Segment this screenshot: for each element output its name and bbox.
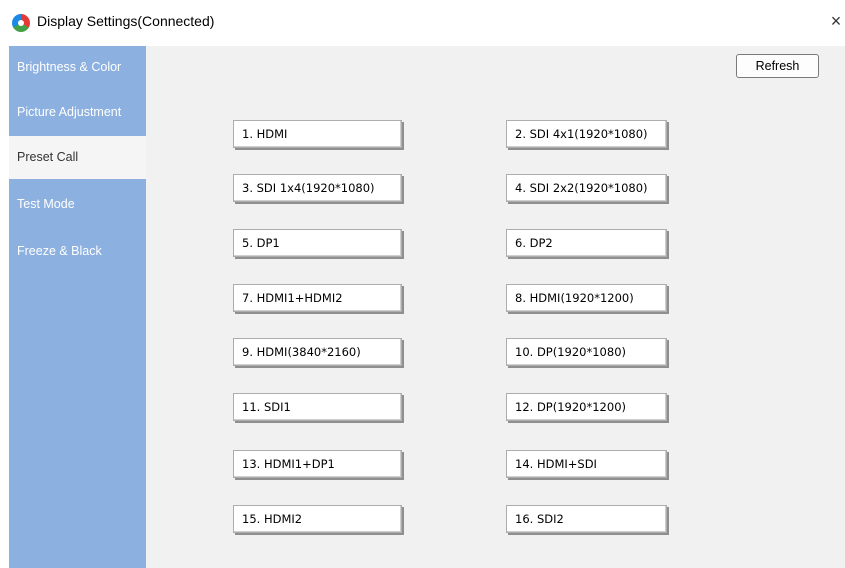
preset-button-10[interactable]: 10. DP(1920*1080) bbox=[506, 338, 667, 366]
preset-button-1[interactable]: 1. HDMI bbox=[233, 120, 402, 148]
sidebar-item-picture-adjustment[interactable]: Picture Adjustment bbox=[9, 91, 146, 134]
sidebar-item-preset-call[interactable]: Preset Call bbox=[9, 136, 146, 179]
preset-button-14[interactable]: 14. HDMI+SDI bbox=[506, 450, 667, 478]
refresh-button[interactable]: Refresh bbox=[736, 54, 819, 78]
preset-button-7[interactable]: 7. HDMI1+HDMI2 bbox=[233, 284, 402, 312]
title-bar: Display Settings(Connected) × bbox=[0, 0, 845, 46]
sidebar-item-freeze-black[interactable]: Freeze & Black bbox=[9, 230, 146, 273]
preset-call-panel: Refresh 1. HDMI 2. SDI 4x1(1920*1080) 3.… bbox=[146, 46, 845, 568]
preset-button-5[interactable]: 5. DP1 bbox=[233, 229, 402, 257]
preset-button-11[interactable]: 11. SDI1 bbox=[233, 393, 402, 421]
app-logo-icon bbox=[12, 14, 30, 32]
display-settings-window: Display Settings(Connected) × Brightness… bbox=[0, 0, 845, 568]
preset-button-15[interactable]: 15. HDMI2 bbox=[233, 505, 402, 533]
close-button[interactable]: × bbox=[827, 8, 845, 34]
preset-button-6[interactable]: 6. DP2 bbox=[506, 229, 667, 257]
sidebar: Brightness & Color Picture Adjustment Pr… bbox=[9, 46, 146, 568]
preset-button-13[interactable]: 13. HDMI1+DP1 bbox=[233, 450, 402, 478]
sidebar-item-brightness-color[interactable]: Brightness & Color bbox=[9, 46, 146, 89]
preset-button-2[interactable]: 2. SDI 4x1(1920*1080) bbox=[506, 120, 667, 148]
preset-button-4[interactable]: 4. SDI 2x2(1920*1080) bbox=[506, 174, 667, 202]
sidebar-item-test-mode[interactable]: Test Mode bbox=[9, 183, 146, 226]
window-title: Display Settings(Connected) bbox=[37, 13, 215, 29]
preset-button-9[interactable]: 9. HDMI(3840*2160) bbox=[233, 338, 402, 366]
preset-button-16[interactable]: 16. SDI2 bbox=[506, 505, 667, 533]
preset-button-12[interactable]: 12. DP(1920*1200) bbox=[506, 393, 667, 421]
preset-button-8[interactable]: 8. HDMI(1920*1200) bbox=[506, 284, 667, 312]
preset-button-3[interactable]: 3. SDI 1x4(1920*1080) bbox=[233, 174, 402, 202]
